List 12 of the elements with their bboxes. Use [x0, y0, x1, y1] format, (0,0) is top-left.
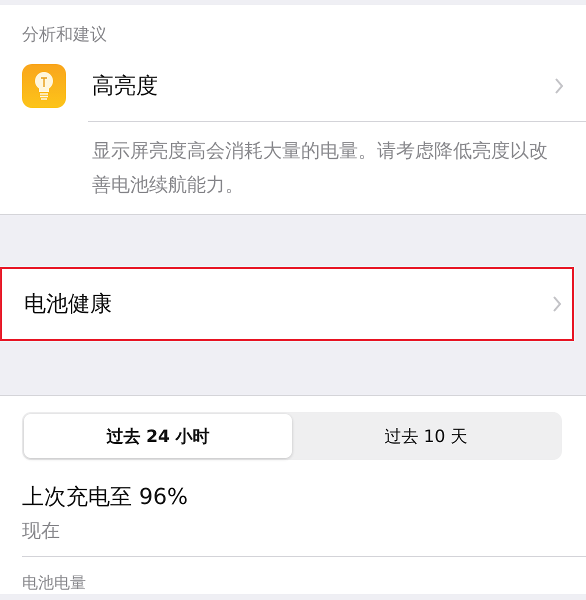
segment-tab[interactable]: 过去 24 小时 — [24, 414, 292, 458]
chevron-icon — [552, 295, 562, 313]
last-charge-time: 现在 — [22, 519, 61, 544]
last-charge-title: 上次充电至 96% — [22, 484, 189, 512]
suggestion-title: 高亮度 — [92, 73, 159, 101]
battery-health-row[interactable]: 电池健康 — [0, 267, 574, 341]
section-header: 电池电量 — [22, 573, 87, 594]
suggestion-description: 显示屏亮度高会消耗大量的电量。请考虑降低亮度以改善电池续航能力。 — [92, 139, 549, 198]
chevron-icon — [554, 77, 564, 95]
section-header: 分析和建议 — [21, 24, 108, 47]
lightbulb-icon — [22, 64, 66, 108]
segment-tab[interactable]: 过去 10 天 — [292, 414, 560, 458]
